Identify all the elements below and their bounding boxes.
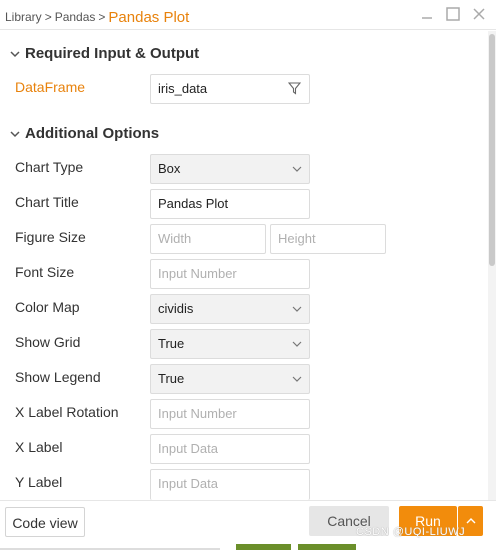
chevron-down-icon (292, 341, 302, 347)
color-map-select[interactable]: cividis (150, 294, 310, 324)
show-grid-label: Show Grid (15, 334, 81, 350)
scrollbar-thumb[interactable] (489, 34, 495, 266)
breadcrumb-library[interactable]: Library (5, 10, 42, 24)
minimize-icon[interactable] (418, 5, 436, 23)
chevron-down-icon (10, 46, 20, 63)
section-required-header[interactable]: Required Input & Output (10, 45, 199, 63)
chart-title-input[interactable]: Pandas Plot (150, 189, 310, 219)
x-label-rotation-label: X Label Rotation (15, 404, 119, 420)
chart-title-value: Pandas Plot (158, 196, 229, 211)
dataframe-label: DataFrame (15, 79, 86, 95)
section-additional-title: Additional Options (25, 125, 160, 142)
chart-title-label: Chart Title (15, 194, 79, 210)
figure-size-label: Figure Size (15, 229, 86, 245)
width-placeholder: Width (158, 231, 192, 246)
section-required-title: Required Input & Output (25, 45, 200, 62)
x-label-input[interactable]: Input Data (150, 434, 310, 464)
y-label-label: Y Label (15, 474, 63, 490)
color-map-label: Color Map (15, 299, 80, 315)
show-legend-value: True (158, 371, 185, 386)
figure-width-input[interactable]: Width (150, 224, 266, 254)
color-map-value: cividis (158, 301, 194, 316)
dataframe-value: iris_data (158, 81, 208, 96)
chevron-down-icon (292, 166, 302, 172)
filter-icon[interactable] (288, 82, 301, 95)
x-label-rotation-input[interactable]: Input Number (150, 399, 310, 429)
font-size-label: Font Size (15, 264, 75, 280)
close-icon[interactable] (470, 5, 488, 23)
show-grid-select[interactable]: True (150, 329, 310, 359)
chart-type-label: Chart Type (15, 159, 84, 175)
show-legend-select[interactable]: True (150, 364, 310, 394)
code-view-button[interactable]: Code view (5, 507, 85, 537)
section-additional-header[interactable]: Additional Options (10, 125, 159, 143)
chart-type-value: Box (158, 161, 181, 176)
show-grid-value: True (158, 336, 185, 351)
breadcrumb-separator: > (98, 10, 106, 24)
chevron-down-icon (292, 306, 302, 312)
x-label-placeholder: Input Data (158, 441, 218, 456)
font-size-input[interactable]: Input Number (150, 259, 310, 289)
title-bar: Library > Pandas > Pandas Plot (0, 0, 496, 30)
background-strip (236, 544, 356, 550)
watermark: CSDN @UQI-LIUWJ (356, 526, 466, 538)
font-size-placeholder: Input Number (158, 266, 237, 281)
maximize-icon[interactable] (444, 5, 462, 23)
height-placeholder: Height (278, 231, 316, 246)
dataframe-field[interactable]: iris_data (150, 74, 310, 104)
figure-height-input[interactable]: Height (270, 224, 386, 254)
x-rotation-placeholder: Input Number (158, 406, 237, 421)
chevron-up-icon (466, 518, 476, 524)
chevron-down-icon (292, 376, 302, 382)
page-title: Pandas Plot (108, 9, 190, 26)
chevron-down-icon (10, 126, 20, 143)
breadcrumb: Library > Pandas > Pandas Plot (5, 8, 190, 26)
chart-type-select[interactable]: Box (150, 154, 310, 184)
y-label-input[interactable]: Input Data (150, 469, 310, 500)
breadcrumb-separator: > (44, 10, 52, 24)
y-label-placeholder: Input Data (158, 476, 218, 491)
show-legend-label: Show Legend (15, 369, 101, 385)
x-label-label: X Label (15, 439, 63, 455)
breadcrumb-pandas[interactable]: Pandas (55, 10, 96, 24)
